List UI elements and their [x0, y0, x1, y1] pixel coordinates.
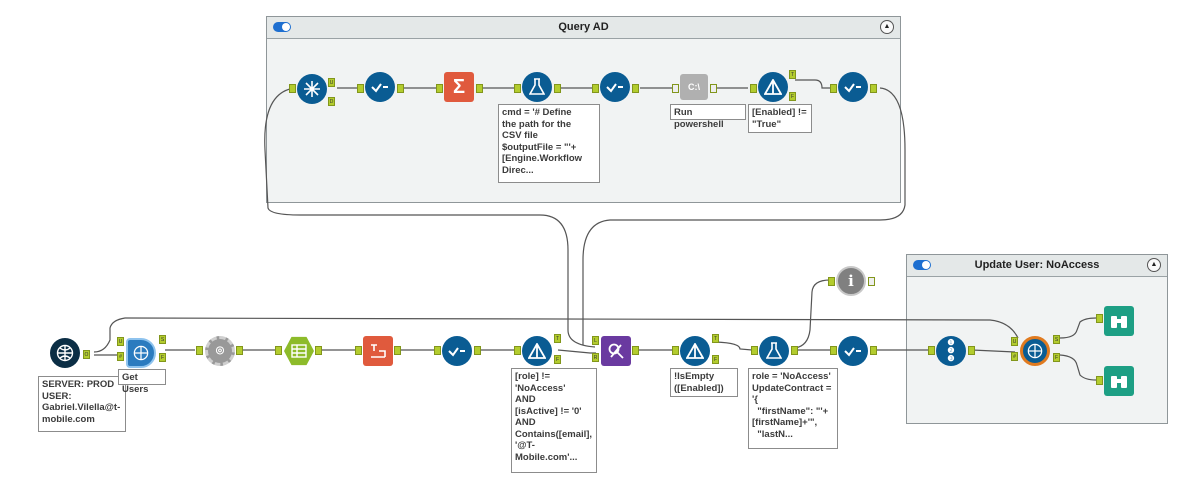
input-anchor[interactable] [436, 84, 443, 93]
output-anchor[interactable]: T [712, 334, 719, 343]
summarize-icon[interactable]: Σ [444, 72, 474, 102]
input-anchor[interactable]: U [117, 337, 124, 346]
select-icon[interactable] [365, 72, 395, 102]
connection-layer [93, 79, 1097, 381]
input-anchor[interactable] [750, 84, 757, 93]
output-anchor[interactable]: O [83, 350, 90, 359]
message-icon[interactable]: i [836, 266, 866, 296]
input-anchor[interactable] [672, 346, 679, 355]
select-icon[interactable] [442, 336, 472, 366]
input-anchor[interactable]: U [1011, 337, 1018, 346]
output-anchor[interactable]: F [712, 355, 719, 364]
input-anchor[interactable] [828, 277, 835, 286]
browse-icon[interactable] [1104, 306, 1134, 336]
output-anchor[interactable]: U [328, 78, 335, 87]
workflow-canvas[interactable]: Query AD ▲ Update User: NoAccess ▲ Σ C:\… [0, 0, 1200, 495]
input-anchor[interactable] [1096, 314, 1103, 323]
output-anchor[interactable]: F [159, 353, 166, 362]
input-data-icon[interactable] [50, 338, 80, 368]
download-icon[interactable] [1020, 336, 1050, 366]
input-anchor[interactable] [830, 346, 837, 355]
input-anchor[interactable] [514, 84, 521, 93]
annotation-get-users: Get Users [118, 369, 166, 395]
annotation-formula-role: role = 'NoAccess' UpdateContract = '{ "f… [748, 368, 838, 449]
output-anchor[interactable] [315, 346, 322, 355]
formula-icon[interactable] [759, 336, 789, 366]
output-anchor[interactable]: F [1053, 353, 1060, 362]
formula-icon[interactable] [522, 72, 552, 102]
output-anchor[interactable] [968, 346, 975, 355]
input-anchor[interactable] [830, 84, 837, 93]
join-icon[interactable] [601, 336, 631, 366]
input-anchor[interactable] [355, 346, 362, 355]
dynamic-input-icon[interactable] [297, 74, 327, 104]
output-anchor[interactable]: T [554, 334, 561, 343]
output-anchor[interactable]: S [1053, 335, 1060, 344]
json-parse-icon[interactable]: ◎ [205, 336, 235, 366]
input-anchor[interactable]: # [117, 352, 124, 361]
input-anchor[interactable]: # [1011, 352, 1018, 361]
output-anchor[interactable] [791, 346, 798, 355]
output-anchor[interactable] [394, 346, 401, 355]
output-anchor[interactable] [236, 346, 243, 355]
filter-icon[interactable] [522, 336, 552, 366]
output-anchor[interactable] [476, 84, 483, 93]
input-anchor[interactable] [357, 84, 364, 93]
output-anchor[interactable] [870, 84, 877, 93]
select-icon[interactable] [838, 72, 868, 102]
download-icon[interactable] [126, 338, 156, 368]
output-anchor[interactable]: T [789, 70, 796, 79]
input-anchor[interactable] [275, 346, 282, 355]
annotation-filter-role: [role] != 'NoAccess' AND [isActive] != '… [511, 368, 597, 473]
browse-icon[interactable] [1104, 366, 1134, 396]
input-anchor[interactable] [928, 346, 935, 355]
output-anchor[interactable]: F [789, 92, 796, 101]
output-anchor[interactable] [868, 277, 875, 286]
annotation-formula-cmd: cmd = '# Define the path for the CSV fil… [498, 104, 600, 183]
record-id-icon[interactable]: ❶❷❸ [936, 336, 966, 366]
input-anchor[interactable]: R [592, 353, 599, 362]
input-anchor[interactable] [1096, 376, 1103, 385]
filter-icon[interactable] [680, 336, 710, 366]
input-anchor[interactable] [196, 346, 203, 355]
select-icon[interactable] [838, 336, 868, 366]
output-anchor[interactable] [632, 346, 639, 355]
output-anchor[interactable] [289, 84, 296, 93]
select-icon[interactable] [600, 72, 630, 102]
annotation-filter-isempty: !IsEmpty ([Enabled]) [670, 368, 738, 397]
output-anchor[interactable] [554, 84, 561, 93]
input-anchor[interactable] [514, 346, 521, 355]
input-anchor[interactable] [434, 346, 441, 355]
input-anchor[interactable] [751, 346, 758, 355]
output-anchor[interactable] [474, 346, 481, 355]
output-anchor[interactable]: F [554, 355, 561, 364]
run-command-icon[interactable]: C:\ [680, 74, 708, 100]
input-anchor[interactable]: L [592, 336, 599, 345]
output-anchor[interactable]: D [328, 97, 335, 106]
annotation-run-powershell: Run powershell [670, 104, 746, 130]
input-anchor[interactable] [672, 84, 679, 93]
output-anchor[interactable]: S [159, 335, 166, 344]
output-anchor[interactable] [632, 84, 639, 93]
output-anchor[interactable] [710, 84, 717, 93]
annotation-filter-enabled: [Enabled] != "True" [748, 104, 812, 133]
input-anchor[interactable] [592, 84, 599, 93]
output-anchor[interactable] [397, 84, 404, 93]
output-anchor[interactable] [870, 346, 877, 355]
filter-icon[interactable] [758, 72, 788, 102]
annotation-input-connection: SERVER: PROD USER: Gabriel.Vilella@t- mo… [38, 376, 126, 432]
text-to-columns-icon[interactable] [363, 336, 393, 366]
